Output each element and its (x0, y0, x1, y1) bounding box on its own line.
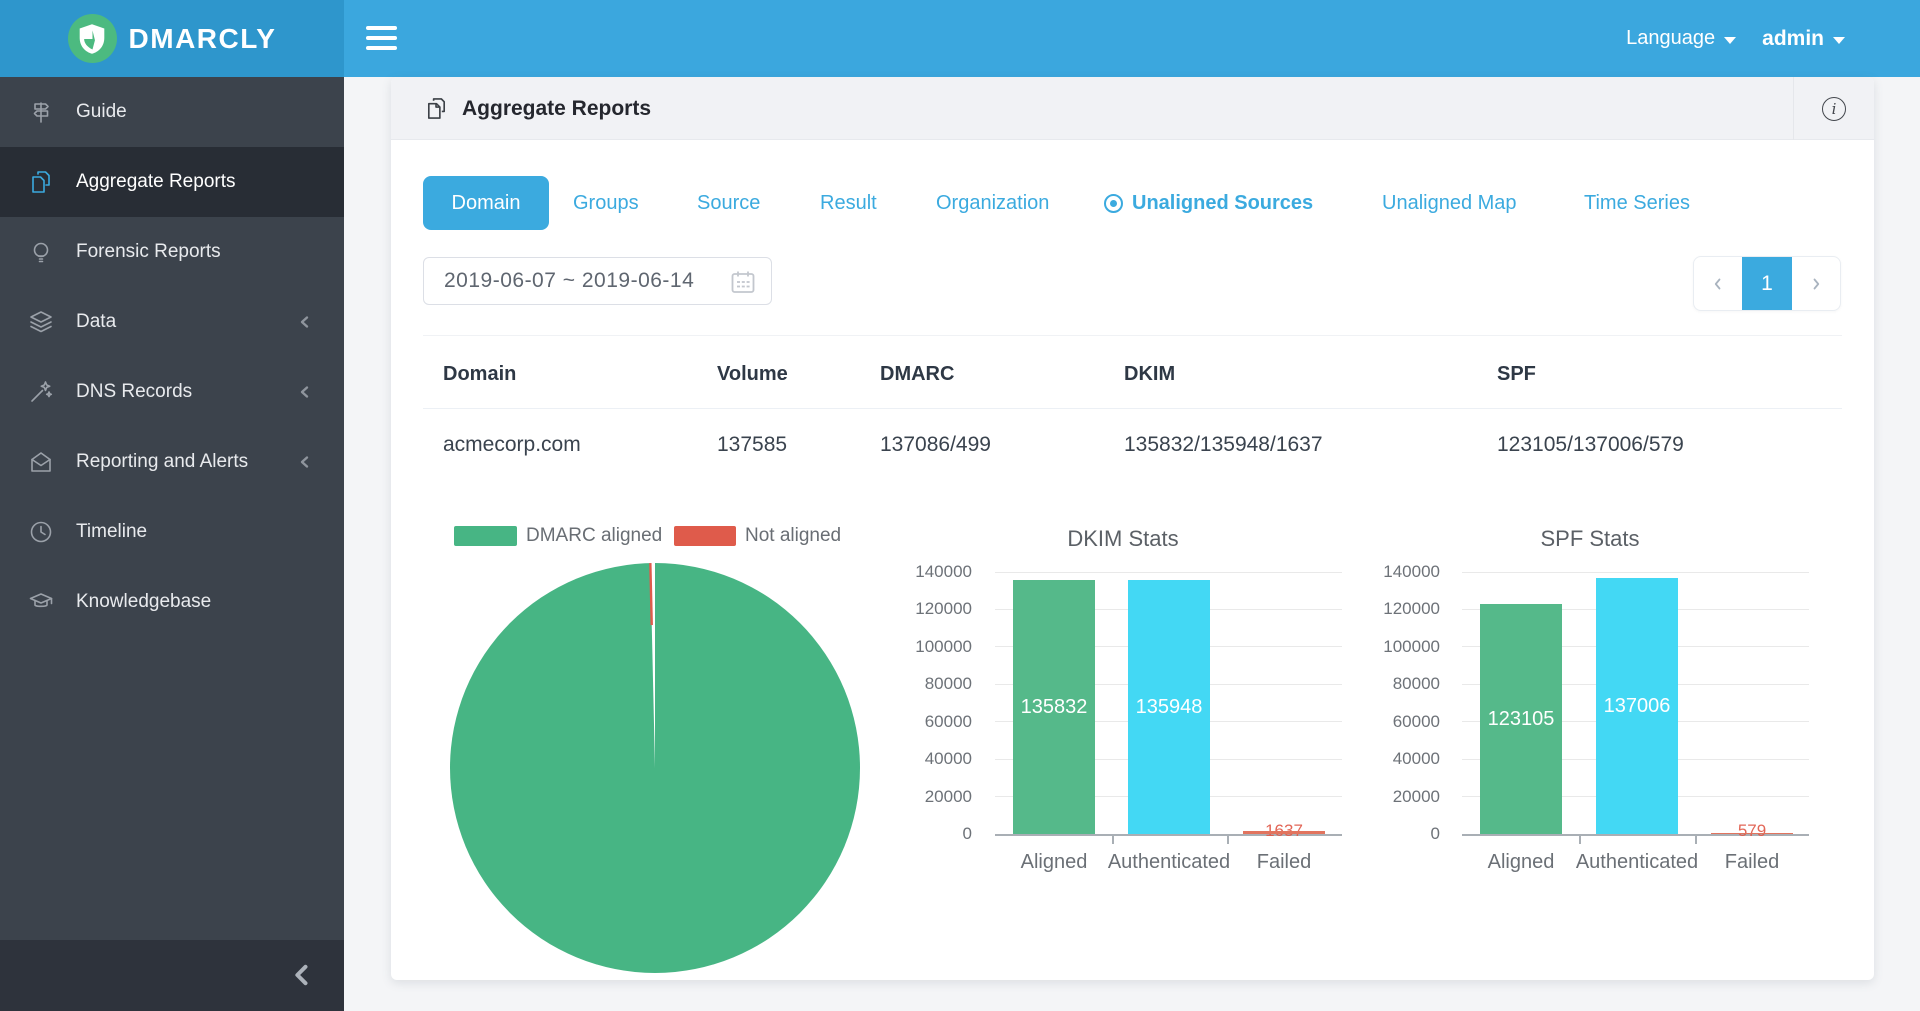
chevron-left-icon (296, 383, 314, 401)
card-header: Aggregate Reports i (391, 77, 1874, 140)
calendar-icon (729, 268, 757, 296)
chevron-left-icon (288, 961, 316, 989)
user-label: admin (1762, 27, 1824, 51)
shield-logo-icon (68, 14, 117, 63)
tab-source[interactable]: Source (697, 176, 760, 230)
chevron-down-icon (1724, 37, 1736, 44)
chevron-left-icon (296, 453, 314, 471)
brand-logo[interactable]: DMARCLY (0, 0, 344, 77)
chevron-left-icon (1709, 275, 1727, 293)
column-header-dkim: DKIM (1124, 362, 1175, 386)
table-top-border (423, 335, 1842, 336)
cell-dmarc: 137086/499 (880, 433, 991, 457)
sidebar-item-data[interactable]: Data (0, 287, 344, 357)
cell-domain: acmecorp.com (443, 433, 581, 457)
page-root: DMARCLY Language admin GuideAggregate Re… (0, 0, 1920, 1011)
magic-wand-icon (28, 379, 54, 405)
tab-domain[interactable]: Domain (423, 176, 549, 230)
column-header-spf: SPF (1497, 362, 1536, 386)
page-title: Aggregate Reports (462, 77, 651, 140)
cell-volume: 137585 (717, 433, 787, 457)
column-header-domain: Domain (443, 362, 516, 386)
tab-time-series[interactable]: Time Series (1584, 176, 1690, 230)
user-dropdown[interactable]: admin (1762, 27, 1845, 51)
sidebar-item-timeline[interactable]: Timeline (0, 497, 344, 567)
brand-name: DMARCLY (129, 23, 277, 55)
table-header-border (423, 408, 1842, 409)
legend-label-aligned[interactable]: DMARC aligned (526, 525, 662, 547)
column-header-volume: Volume (717, 362, 788, 386)
sidebar-item-dns-records[interactable]: DNS Records (0, 357, 344, 427)
chevron-left-icon (296, 313, 314, 331)
cell-spf: 123105/137006/579 (1497, 433, 1684, 457)
menu-toggle-icon[interactable] (366, 26, 397, 52)
date-range-input[interactable]: 2019-06-07 ~ 2019-06-14 (423, 257, 772, 305)
tab-groups[interactable]: Groups (573, 176, 639, 230)
language-dropdown[interactable]: Language (1626, 27, 1736, 50)
tab-unaligned-sources[interactable]: Unaligned Sources (1104, 176, 1313, 230)
sidebar: GuideAggregate ReportsForensic ReportsDa… (0, 77, 344, 1011)
legend-label-not-aligned[interactable]: Not aligned (745, 525, 841, 547)
prev-page-button[interactable] (1694, 257, 1742, 310)
envelope-icon (28, 449, 54, 475)
lightbulb-icon (28, 239, 54, 265)
tab-result[interactable]: Result (820, 176, 877, 230)
sidebar-item-guide[interactable]: Guide (0, 77, 344, 147)
spf-chart-title: SPF Stats (1440, 526, 1740, 552)
pagination: 1 (1693, 256, 1841, 311)
next-page-button[interactable] (1792, 257, 1840, 310)
sidebar-item-forensic-reports[interactable]: Forensic Reports (0, 217, 344, 287)
dkim-chart-title: DKIM Stats (973, 526, 1273, 552)
tab-organization[interactable]: Organization (936, 176, 1049, 230)
language-label: Language (1626, 27, 1715, 50)
date-range-value: 2019-06-07 ~ 2019-06-14 (444, 269, 694, 293)
legend-swatch-not-aligned[interactable] (674, 526, 736, 546)
current-page-button[interactable]: 1 (1742, 257, 1791, 310)
clock-icon (28, 519, 54, 545)
documents-icon (28, 169, 54, 195)
dmarc-alignment-pie-chart (449, 562, 861, 974)
chevron-down-icon (1833, 37, 1845, 44)
tab-unaligned-map[interactable]: Unaligned Map (1382, 176, 1517, 230)
reports-icon (424, 96, 449, 121)
signpost-icon (28, 99, 54, 125)
sidebar-item-reporting-and-alerts[interactable]: Reporting and Alerts (0, 427, 344, 497)
chevron-right-icon (1807, 275, 1825, 293)
sidebar-item-aggregate-reports[interactable]: Aggregate Reports (0, 147, 344, 217)
layers-icon (28, 309, 54, 335)
column-header-dmarc: DMARC (880, 362, 954, 386)
legend-swatch-aligned[interactable] (454, 526, 517, 546)
graduation-cap-icon (28, 589, 54, 615)
target-icon (1104, 194, 1123, 213)
cell-dkim: 135832/135948/1637 (1124, 433, 1323, 457)
top-bar: DMARCLY Language admin (0, 0, 1920, 77)
info-icon[interactable]: i (1822, 97, 1846, 121)
header-divider (1793, 77, 1794, 140)
sidebar-item-knowledgebase[interactable]: Knowledgebase (0, 567, 344, 637)
sidebar-collapse-button[interactable] (0, 940, 344, 1011)
